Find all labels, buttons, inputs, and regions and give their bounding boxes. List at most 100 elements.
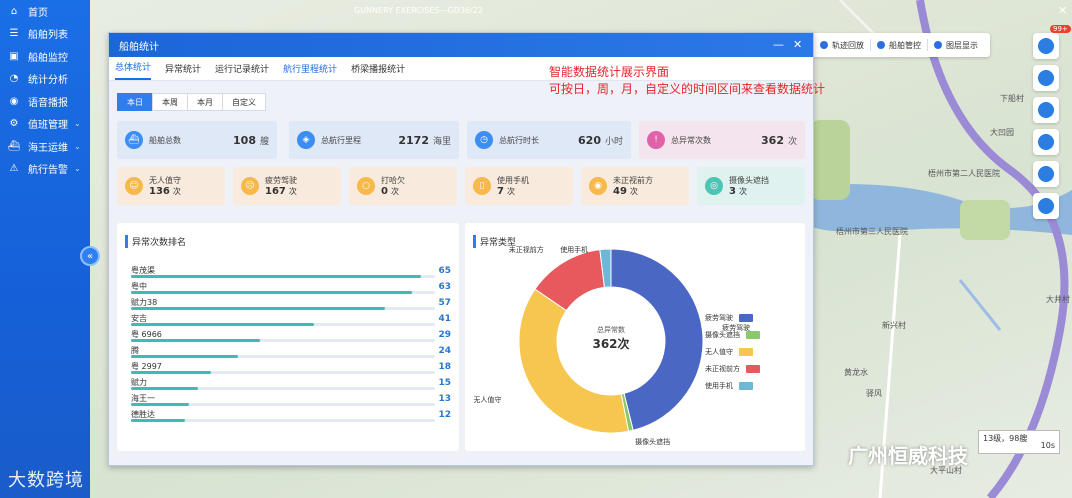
alarm-label: 打哈欠 <box>381 176 405 185</box>
notification-badge: 99+ <box>1050 25 1071 33</box>
alarm-card-camera-blocked: ◎ 摄像头遮挡 3 次 <box>697 167 805 205</box>
legend-item[interactable]: 疲劳驾驶 <box>705 313 753 323</box>
sidebar: ⌂ 首页 ☰ 船舶列表 ▣ 船舶监控 ◔ 统计分析 ◉ 语音播报 ⚙ 值班管理 ⌄ ⛴ 海王运维… <box>0 0 90 498</box>
minimize-icon[interactable]: — <box>773 38 784 51</box>
ranking-value: 65 <box>438 266 451 276</box>
sidebar-item-alarm[interactable]: ⚠ 航行告警 ⌄ <box>0 158 90 181</box>
legend-swatch <box>739 348 753 356</box>
legend-item[interactable]: 使用手机 <box>705 381 753 391</box>
route-tool-button[interactable] <box>1033 97 1059 123</box>
vessel-control-button[interactable]: 船舶管控 <box>877 40 921 51</box>
collapse-sidebar-button[interactable]: « <box>80 246 100 266</box>
ranking-bar <box>131 339 261 342</box>
sidebar-item-ops[interactable]: ⛴ 海王运维 ⌄ <box>0 135 90 158</box>
summary-card-mileage: ◈ 总航行里程 2172 海里 <box>289 121 459 159</box>
period-selector: 本日 本周 本月 自定义 <box>117 93 266 111</box>
window-title: GUNNERY EXERCISES—GD36/22 <box>354 6 483 15</box>
screen-tool-button[interactable] <box>1033 193 1059 219</box>
period-today-button[interactable]: 本日 <box>117 93 153 111</box>
screen-icon <box>1038 198 1054 214</box>
gear-icon: ⚙ <box>9 118 19 130</box>
summary-unit: 艘 <box>259 136 269 147</box>
map-scale-box: 13级，98艘 10s <box>978 430 1060 454</box>
period-week-button[interactable]: 本周 <box>152 93 188 111</box>
tab-overall[interactable]: 总体统计 <box>115 60 152 80</box>
ranking-bar <box>131 307 386 310</box>
headset-tool-button[interactable] <box>1033 161 1059 187</box>
watermark-text: 广州恒威科技 <box>848 444 968 468</box>
legend-label: 疲劳驾驶 <box>705 314 733 322</box>
anomaly-ranking-panel: 异常次数排名 粤茂渠 65 粤中 63 赋力38 57 安吉 41 粤 6966 29 腾 24 粤 2… <box>117 223 459 451</box>
anomaly-type-panel: 异常类型 总异常数 362次 疲劳驾驶 摄像头遮挡 无人值守 未正视前方 使用手机 疲劳… <box>465 223 805 451</box>
alarm-label: 无人值守 <box>149 176 181 185</box>
sidebar-item-duty[interactable]: ⚙ 值班管理 ⌄ <box>0 113 90 136</box>
toolbar-label: 图层显示 <box>946 40 978 50</box>
period-month-button[interactable]: 本月 <box>187 93 223 111</box>
sidebar-item-voice[interactable]: ◉ 语音播报 <box>0 90 90 113</box>
sidebar-item-label: 航行告警 <box>28 165 68 177</box>
tab-mileage[interactable]: 航行里程统计 <box>283 62 337 80</box>
alarm-value: 49 <box>613 186 627 197</box>
legend-item[interactable]: 无人值守 <box>705 347 753 357</box>
map-place-label: 大凹园 <box>990 128 1014 137</box>
period-custom-button[interactable]: 自定义 <box>222 93 266 111</box>
map-place-label: 大井村 <box>1046 295 1070 304</box>
summary-label: 总异常次数 <box>671 135 711 145</box>
tab-bridge-broadcast[interactable]: 桥梁播报统计 <box>351 62 405 80</box>
sidebar-item-vessel-monitor[interactable]: ▣ 船舶监控 <box>0 45 90 68</box>
summary-unit: 次 <box>787 136 797 147</box>
right-tool-column <box>1033 33 1059 225</box>
tab-anomaly[interactable]: 异常统计 <box>165 62 201 80</box>
filter-tool-button[interactable] <box>1033 65 1059 91</box>
ranking-bar <box>131 371 212 374</box>
alarm-label: 使用手机 <box>497 176 529 185</box>
donut-slice-label: 未正视前方 <box>508 246 544 254</box>
person-tool-button[interactable] <box>1033 129 1059 155</box>
alarm-card-phone: ▯ 使用手机 7 次 <box>465 167 573 205</box>
sidebar-item-statistics[interactable]: ◔ 统计分析 <box>0 68 90 91</box>
ranking-bar-track <box>131 307 435 310</box>
summary-label: 总航行里程 <box>321 135 361 145</box>
alarm-label: 疲劳驾驶 <box>265 176 297 185</box>
ranking-bar <box>131 275 421 278</box>
refresh-interval: 10s <box>1040 441 1055 450</box>
vessel-statistics-dialog: 船舶统计 — ✕ 总体统计 异常统计 运行记录统计 航行里程统计 桥梁播报统计 … <box>108 32 825 466</box>
toolbar-label: 船舶管控 <box>889 40 921 50</box>
legend-item[interactable]: 未正视前方 <box>705 364 760 374</box>
close-icon[interactable]: ✕ <box>1058 4 1067 17</box>
track-playback-button[interactable]: 轨迹回放 <box>820 40 864 51</box>
alarm-unit: 次 <box>288 187 297 196</box>
alarm-card-unattended: ☺ 无人值守 136 次 <box>117 167 225 205</box>
map-toolbar: 轨迹回放 船舶管控 图层显示 <box>808 33 990 57</box>
ranking-value: 41 <box>438 314 451 324</box>
close-icon[interactable]: ✕ <box>793 38 802 51</box>
yawn-icon: ○ <box>357 177 375 195</box>
alarm-card-not-facing-front: ◉ 未正视前方 49 次 <box>581 167 689 205</box>
sidebar-item-label: 海王运维 <box>28 142 68 154</box>
legend-swatch <box>739 314 753 322</box>
layer-display-button[interactable]: 图层显示 <box>934 40 978 51</box>
map-place-label: 新兴村 <box>882 321 906 330</box>
alarm-value: 3 <box>729 186 736 197</box>
summary-card-duration: ◷ 总航行时长 620 小时 <box>467 121 631 159</box>
ranking-row: 粤中 63 <box>131 281 451 297</box>
sidebar-item-home[interactable]: ⌂ 首页 <box>0 0 90 23</box>
message-tool-button[interactable] <box>1033 33 1059 59</box>
tab-run-records[interactable]: 运行记录统计 <box>215 62 269 80</box>
sidebar-item-vessel-list[interactable]: ☰ 船舶列表 <box>0 23 90 46</box>
speaker-icon: ◉ <box>9 95 19 107</box>
chevron-down-icon: ⌄ <box>74 119 81 129</box>
eye-icon: ◉ <box>589 177 607 195</box>
summary-value: 2172 <box>398 133 429 147</box>
fatigue-icon: ☹ <box>241 177 259 195</box>
camera-icon: ◎ <box>705 177 723 195</box>
summary-unit: 小时 <box>604 136 623 147</box>
map-place-label: 驿风 <box>866 389 882 398</box>
ranking-bar <box>131 291 413 294</box>
layers-icon <box>934 41 942 49</box>
summary-value: 108 <box>233 133 256 147</box>
donut-slice[interactable] <box>518 288 630 434</box>
list-icon: ☰ <box>9 28 19 40</box>
map-place-label: 梧州市第二人民医院 <box>928 169 1000 178</box>
sidebar-item-label: 值班管理 <box>28 120 68 132</box>
